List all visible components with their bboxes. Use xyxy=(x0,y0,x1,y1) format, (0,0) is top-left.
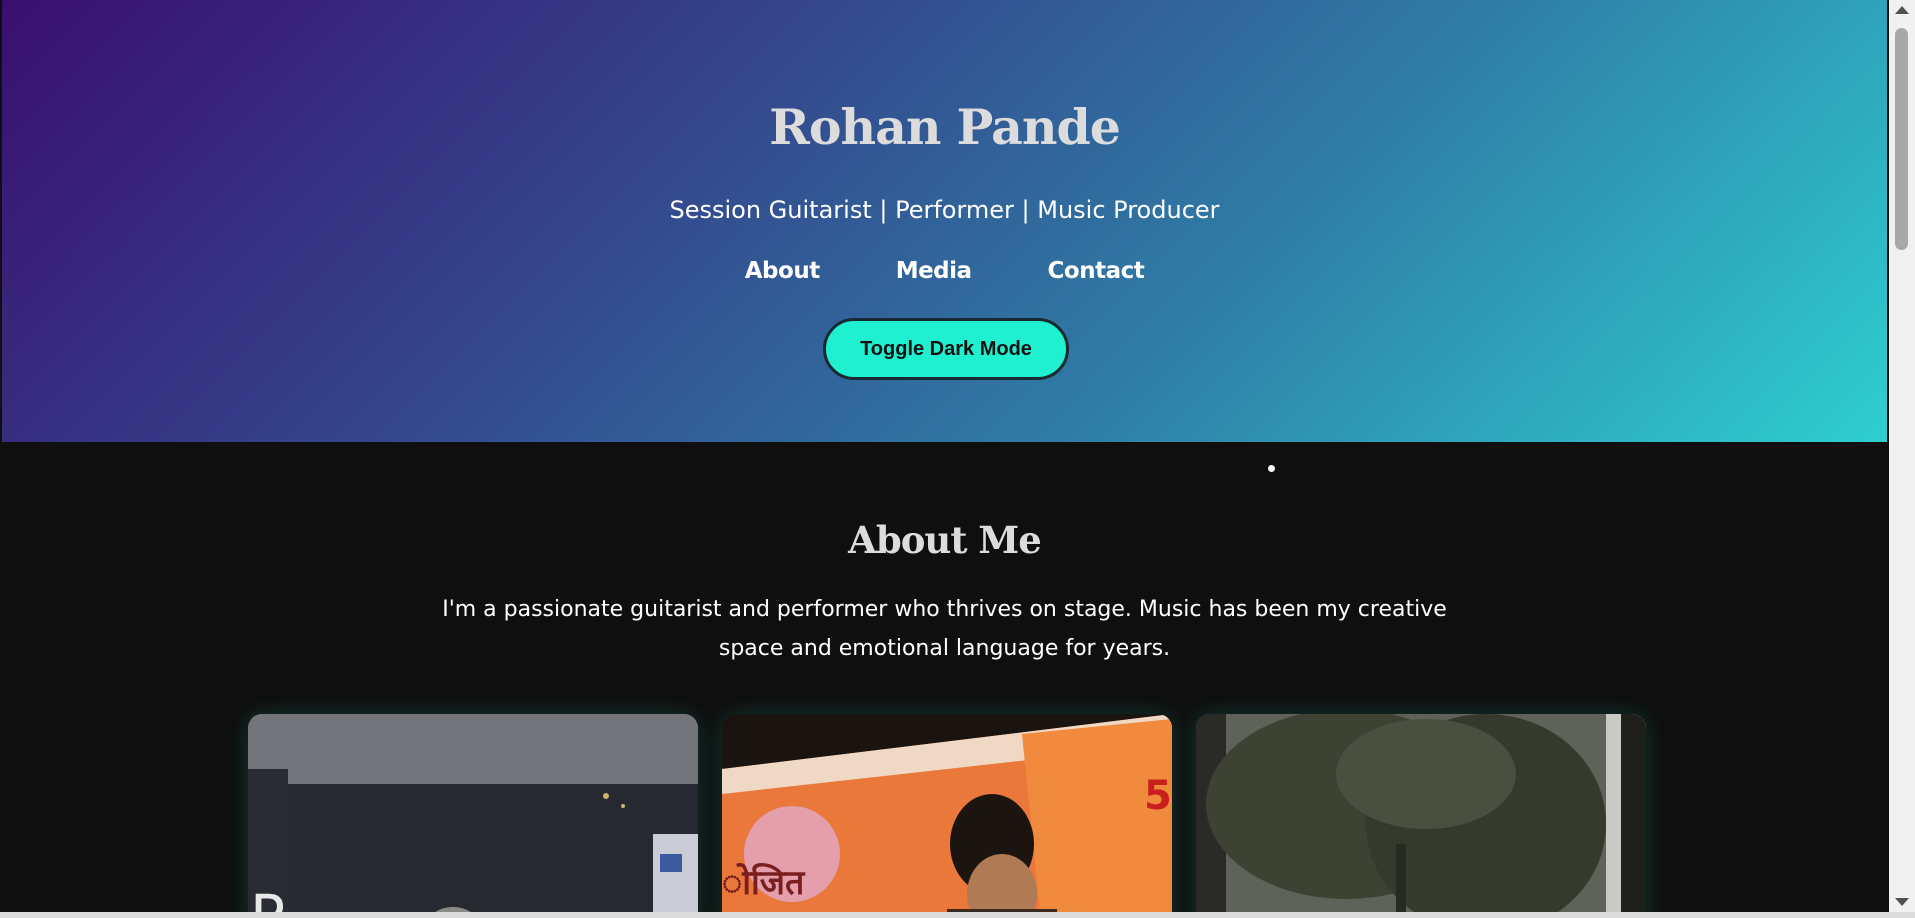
site-title: Rohan Pande xyxy=(769,98,1121,156)
svg-text:5: 5 xyxy=(1144,773,1172,819)
bottom-edge xyxy=(0,912,1915,918)
page: Rohan Pande Session Guitarist | Performe… xyxy=(2,0,1887,912)
photo-2-image: ोजित 5 xyxy=(722,714,1172,912)
scroll-up-arrow-icon[interactable] xyxy=(1895,6,1909,14)
scrollbar-thumb[interactable] xyxy=(1895,28,1908,250)
cursor-dot xyxy=(1268,465,1275,472)
photo-gallery: P ोजित 5 xyxy=(248,714,1648,912)
nav-link-media[interactable]: Media xyxy=(896,258,972,284)
nav-link-about[interactable]: About xyxy=(745,258,820,284)
main-nav: About Media Contact xyxy=(2,258,1887,284)
about-title: About Me xyxy=(848,518,1042,562)
nav-link-contact[interactable]: Contact xyxy=(1048,258,1145,284)
photo-1-image: P xyxy=(248,714,698,912)
toggle-dark-mode-button[interactable]: Toggle Dark Mode xyxy=(823,318,1069,380)
gallery-photo-3[interactable] xyxy=(1196,714,1646,912)
gallery-photo-1[interactable]: P xyxy=(248,714,698,912)
hero-subtitle: Session Guitarist | Performer | Music Pr… xyxy=(669,196,1220,224)
about-text: I'm a passionate guitarist and performer… xyxy=(442,597,1447,661)
photo-3-image xyxy=(1196,714,1646,912)
vertical-scrollbar[interactable] xyxy=(1889,0,1915,912)
scroll-down-arrow-icon[interactable] xyxy=(1895,898,1909,906)
svg-text:P: P xyxy=(250,882,285,912)
hero-header: Rohan Pande Session Guitarist | Performe… xyxy=(2,0,1887,442)
gallery-photo-2[interactable]: ोजित 5 xyxy=(722,714,1172,912)
svg-text:ोजित: ोजित xyxy=(722,862,806,903)
